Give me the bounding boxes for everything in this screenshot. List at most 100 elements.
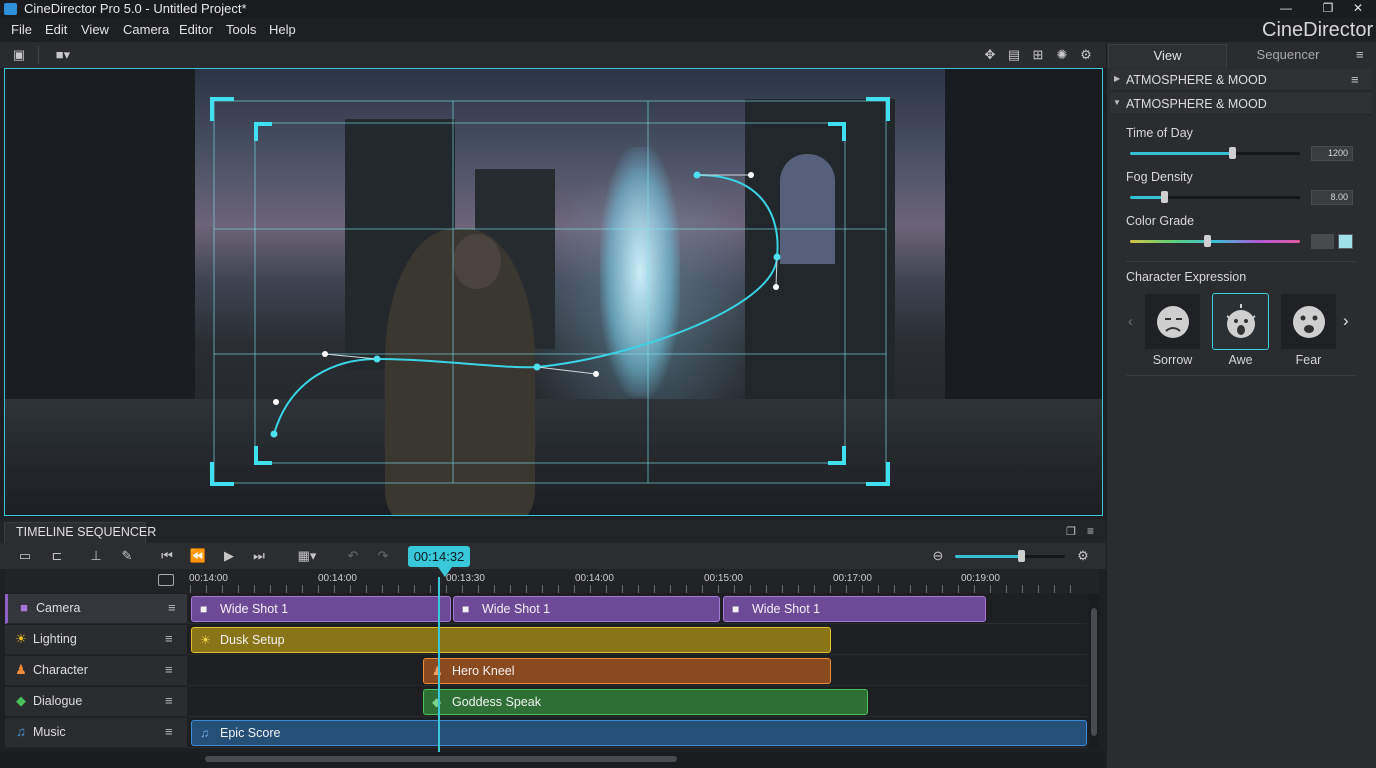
track-menu-icon[interactable]: ≡	[168, 600, 176, 615]
layout-icon[interactable]: ▤	[1005, 46, 1023, 64]
camera-dropdown-icon[interactable]: ■▾	[48, 46, 78, 64]
zoom-out-icon[interactable]: ⊖	[928, 547, 948, 565]
effects-icon[interactable]: ✺	[1053, 46, 1071, 64]
camera-path-spline[interactable]	[273, 174, 779, 435]
save-icon[interactable]: ▣	[10, 46, 28, 64]
timeline-tab-bar	[0, 519, 1106, 543]
track-menu-icon[interactable]: ≡	[165, 631, 173, 646]
menu-camera[interactable]: Camera	[123, 22, 169, 37]
scene-viewport[interactable]	[4, 68, 1103, 516]
ruler-tick-label: 00:19:00	[961, 573, 1000, 584]
spline-tangent-handles[interactable]	[273, 172, 779, 405]
ruler-mark	[526, 585, 527, 593]
menu-edit[interactable]: Edit	[45, 22, 67, 37]
clip-camera-1[interactable]: ■ Wide Shot 1	[191, 596, 451, 622]
time-of-day-value[interactable]: 1200	[1311, 146, 1353, 161]
expression-awe[interactable]	[1212, 293, 1269, 350]
layout-dropdown-icon[interactable]: ▦▾	[290, 547, 324, 565]
snap-icon[interactable]: ⊥	[86, 547, 106, 565]
ruler-tick-label: 00:14:00	[318, 573, 357, 584]
align-icon[interactable]: ⊞	[1029, 46, 1047, 64]
playhead-handle[interactable]	[438, 567, 452, 577]
clip-character[interactable]: ♟ Hero Kneel	[423, 658, 831, 684]
zoom-thumb[interactable]	[1018, 550, 1025, 562]
expression-fear[interactable]	[1280, 293, 1337, 350]
section-atmosphere-expanded[interactable]: ATMOSPHERE & MOOD	[1110, 93, 1372, 115]
clip-camera-2[interactable]: ■ Wide Shot 1	[453, 596, 720, 622]
clip-camera-3[interactable]: ■ Wide Shot 1	[723, 596, 986, 622]
track-lighting[interactable]: ☀ Lighting ≡	[5, 625, 187, 655]
track-menu-icon[interactable]: ≡	[165, 662, 173, 677]
clip-music[interactable]: ♫ Epic Score	[191, 720, 1087, 746]
chevron-down-icon: ▼	[1113, 98, 1121, 107]
menu-view[interactable]: View	[81, 22, 109, 37]
slider-fill	[1130, 152, 1232, 155]
step-back-icon[interactable]: ⏪	[188, 547, 208, 565]
timeline-settings-icon[interactable]: ⚙	[1073, 547, 1093, 565]
restore-panel-icon[interactable]: ❐	[1066, 525, 1076, 538]
clip-lighting[interactable]: ☀ Dusk Setup	[191, 627, 831, 653]
color-grade-swatch-dark[interactable]	[1311, 234, 1334, 249]
track-camera[interactable]: ■ Camera ≡	[5, 594, 187, 624]
track-character[interactable]: ♟ Character ≡	[5, 656, 187, 686]
expression-sorrow-label: Sorrow	[1152, 353, 1193, 367]
frame-corner-brackets[interactable]	[210, 97, 890, 486]
color-grade-slider[interactable]	[1130, 240, 1300, 243]
tab-sequencer[interactable]: Sequencer	[1232, 44, 1344, 68]
close-button[interactable]: ✕	[1340, 0, 1376, 18]
move-gizmo-icon[interactable]: ✥	[981, 46, 999, 64]
track-music[interactable]: ♫ Music ≡	[5, 718, 187, 748]
track-menu-icon[interactable]: ≡	[165, 724, 173, 739]
speech-bubble-icon: ◆	[432, 695, 442, 709]
fog-density-slider[interactable]	[1130, 196, 1300, 199]
ruler-mark	[510, 585, 511, 593]
chevron-right-icon[interactable]: ›	[1343, 311, 1349, 331]
panel-menu-icon[interactable]: ≡	[1356, 47, 1364, 62]
tab-view[interactable]: View	[1108, 44, 1227, 68]
vertical-scroll-thumb[interactable]	[1091, 608, 1097, 736]
playhead-line[interactable]	[438, 577, 440, 752]
settings-gear-icon[interactable]: ⚙	[1077, 46, 1095, 64]
toolbar-divider	[38, 46, 39, 64]
ruler-mark	[638, 585, 639, 593]
fog-density-value[interactable]: 8.00	[1311, 190, 1353, 205]
hierarchy-icon[interactable]: ⊏	[47, 547, 67, 565]
play-icon[interactable]: ▶	[219, 547, 239, 565]
track-menu-icon[interactable]: ≡	[165, 693, 173, 708]
ruler-mark	[958, 585, 959, 593]
track-options-icon[interactable]	[158, 574, 174, 586]
ruler-mark	[222, 585, 223, 593]
skip-to-start-icon[interactable]: ⏮	[157, 547, 177, 565]
minimize-button[interactable]: —	[1268, 0, 1304, 18]
menu-file[interactable]: File	[11, 22, 32, 37]
section-atmosphere-collapsed[interactable]: ATMOSPHERE & MOOD	[1110, 69, 1372, 91]
track-label: Camera	[36, 601, 81, 615]
undo-icon[interactable]: ↶	[343, 547, 363, 565]
slider-thumb[interactable]	[1229, 147, 1236, 159]
timeline-zoom-slider[interactable]	[955, 555, 1065, 558]
ruler-mark	[286, 585, 287, 593]
section-menu-icon[interactable]: ≡	[1351, 72, 1359, 87]
pen-tool-icon[interactable]: ✎	[117, 547, 137, 565]
timeline-tab[interactable]: TIMELINE SEQUENCER	[4, 522, 156, 543]
current-timecode[interactable]: 00:14:32	[408, 546, 470, 567]
clip-dialogue[interactable]: ◆ Goddess Speak	[423, 689, 868, 715]
track-dialogue[interactable]: ◆ Dialogue ≡	[5, 687, 187, 717]
folder-icon[interactable]: ▭	[15, 547, 35, 565]
slider-thumb[interactable]	[1203, 235, 1211, 247]
time-of-day-slider[interactable]	[1130, 152, 1300, 155]
color-grade-swatch[interactable]	[1338, 234, 1353, 249]
slider-thumb[interactable]	[1161, 191, 1168, 203]
ruler-mark	[1070, 585, 1071, 593]
horizontal-scroll-thumb[interactable]	[205, 756, 677, 762]
expression-sorrow[interactable]	[1144, 293, 1201, 350]
spline-control-points[interactable]	[270, 171, 781, 438]
chevron-left-icon[interactable]: ‹	[1128, 313, 1133, 330]
skip-to-end-icon[interactable]: ⏭	[249, 547, 269, 565]
music-note-icon: ♫	[16, 724, 26, 739]
timeline-menu-icon[interactable]: ≡	[1087, 524, 1094, 538]
menu-editor[interactable]: Editor	[179, 22, 213, 37]
redo-icon[interactable]: ↷	[373, 547, 393, 565]
menu-help[interactable]: Help	[269, 22, 296, 37]
menu-tools[interactable]: Tools	[226, 22, 256, 37]
